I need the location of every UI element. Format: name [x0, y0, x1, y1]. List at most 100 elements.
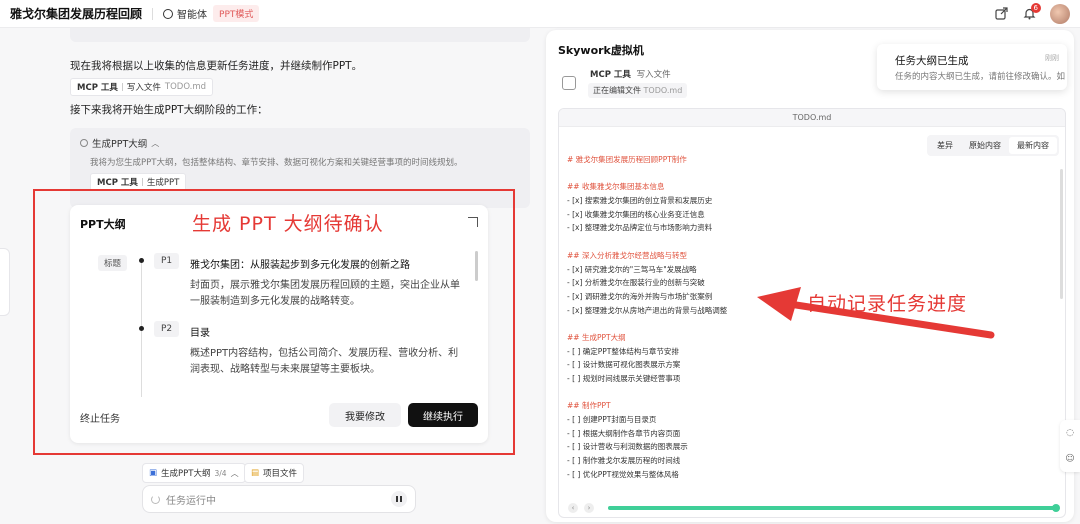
app-title: 雅戈尔集团发展历程回顾 — [10, 7, 143, 21]
previous-message-fade — [70, 28, 530, 42]
vm-tool-action: 写入文件 — [636, 70, 671, 80]
vm-title: Skywork虚拟机 — [558, 44, 644, 57]
mode-badge[interactable]: PPT模式 — [213, 5, 260, 22]
stop-task-button[interactable]: 终止任务 — [80, 410, 120, 425]
left-collapse-handle[interactable] — [0, 248, 10, 316]
agent-label: 智能体 — [177, 10, 208, 21]
chat-input[interactable]: 任务运行中 — [142, 485, 416, 513]
tool-name: MCP 工具 — [97, 178, 138, 188]
avatar[interactable] — [1050, 3, 1070, 24]
files-chip-label: 项目文件 — [263, 469, 298, 479]
assistant-icon[interactable]: ☺ — [1065, 454, 1074, 464]
agent-icon — [163, 8, 174, 19]
next-icon[interactable]: › — [584, 503, 594, 513]
page-description: 封面页，展示雅戈尔集团发展历程回顾的主题，突出企业从单一服装制造到多元化发展的战… — [190, 280, 460, 307]
scrollbar[interactable] — [475, 251, 478, 281]
tab-latest[interactable]: 最新内容 — [1009, 137, 1057, 154]
playback-bar: ‹ › — [558, 498, 1066, 518]
tool-action: 生成PPT — [146, 178, 180, 188]
markdown-task-line: - [ ] 设计数据可视化图表展示方案 — [567, 360, 681, 370]
annotation-arrow — [757, 287, 995, 339]
markdown-task-line: - [x] 搜索雅戈尔集团的创立背景和发展历史 — [567, 196, 713, 206]
terminal-icon — [562, 76, 576, 90]
file-viewer: TODO.md 差异 原始内容 最新内容 # 雅戈尔集团发展历程回顾PPT制作 #… — [558, 108, 1066, 518]
assistant-message: 接下来我将开始生成PPT大纲阶段的工作： — [70, 104, 268, 116]
markdown-heading: ## 深入分析雅戈尔经营战略与转型 — [567, 250, 687, 260]
annotation-label: 生成 PPT 大纲待确认 — [192, 213, 384, 235]
continue-button[interactable]: 继续执行 — [408, 403, 478, 427]
tool-action: 写入文件 — [126, 83, 161, 93]
markdown-task-line: - [ ] 优化PPT视觉效果与整体风格 — [567, 469, 679, 479]
progress-knob[interactable] — [1052, 504, 1060, 512]
outline-icon: ▣ — [149, 468, 158, 478]
editing-file: TODO.md — [643, 86, 683, 95]
vm-tool-name: MCP 工具 — [590, 70, 631, 80]
notification-toast[interactable]: 任务大纲已生成 刚刚 任务的内容大纲已生成，请前往修改确认。如 — [877, 44, 1067, 90]
file-name: TODO.md — [559, 109, 1065, 127]
outline-status-chip[interactable]: ▣ 生成PPT大纲 3/4 ︿ — [142, 463, 246, 483]
tab-diff[interactable]: 差异 — [929, 137, 961, 154]
check-circle-icon — [80, 139, 88, 147]
pause-button[interactable] — [391, 491, 407, 507]
ppt-outline-card: PPT大纲 生成 PPT 大纲待确认 标题 P1 雅戈尔集团：从服装起步到多元化… — [70, 205, 488, 443]
header-actions: 6 — [994, 2, 1070, 24]
step-header[interactable]: 生成PPT大纲 ︿ — [80, 136, 159, 150]
markdown-blank-line — [567, 167, 1047, 181]
page-title: 雅戈尔集团：从服装起步到多元化发展的创新之路 — [190, 260, 410, 271]
page-title: 目录 — [190, 328, 210, 339]
step-description: 我将为您生成PPT大纲，包括整体结构、章节安排、数据可视化方案和关键经营事项的时… — [90, 158, 463, 168]
markdown-blank-line — [567, 235, 1047, 249]
markdown-task-line: - [ ] 创建PPT封面与目录页 — [567, 415, 657, 425]
header-divider — [152, 7, 154, 20]
help-icon[interactable]: ◌ — [1066, 428, 1074, 438]
side-float-toolbar: ◌ ☺ — [1060, 420, 1080, 472]
bell-icon[interactable]: 6 — [1022, 2, 1041, 21]
tool-name: MCP 工具 — [77, 83, 118, 93]
progress-fill — [608, 506, 1056, 510]
page-number: P2 — [154, 321, 180, 337]
scrollbar[interactable] — [1060, 169, 1063, 299]
assistant-message: 现在我将根据以上收集的信息更新任务进度，并继续制作PPT。 — [70, 60, 363, 72]
outline-progress: 3/4 — [214, 468, 227, 478]
vm-tool-info: MCP 工具 写入文件 — [590, 68, 671, 80]
tool-call-chip[interactable]: MCP 工具 写入文件 TODO.md — [70, 78, 214, 96]
chip-divider — [141, 178, 143, 186]
markdown-task-line: - [x] 研究雅戈尔的"三驾马车"发展战略 — [567, 264, 697, 274]
outline-chip-label: 生成PPT大纲 — [161, 469, 211, 479]
markdown-heading: ## 制作PPT — [567, 401, 611, 411]
step-title: 生成PPT大纲 — [92, 139, 148, 150]
spinner-icon — [151, 494, 160, 504]
timeline-dot — [139, 258, 144, 263]
toast-body: 任务的内容大纲已生成，请前往修改确认。如 — [895, 72, 1066, 82]
expand-icon[interactable] — [468, 217, 478, 227]
markdown-task-line: - [ ] 规划时间线展示关键经营事项 — [567, 374, 681, 383]
markdown-task-line: - [ ] 根据大纲制作各章节内容页面 — [567, 428, 681, 438]
markdown-task-line: - [x] 收集雅戈尔集团的核心业务变迁信息 — [567, 209, 705, 219]
prev-icon[interactable]: ‹ — [568, 503, 578, 513]
edit-button[interactable]: 我要修改 — [329, 403, 401, 427]
top-header: 雅戈尔集团发展历程回顾 智能体 PPT模式 6 — [0, 0, 1080, 28]
section-tag: 标题 — [98, 255, 128, 271]
chip-divider — [121, 83, 123, 91]
chevron-up-icon: ︿ — [230, 468, 239, 478]
folder-icon: ▤ — [251, 468, 260, 478]
timeline-dot — [139, 326, 144, 331]
editing-status: 正在编辑文件 TODO.md — [588, 83, 688, 98]
chevron-up-icon: ︿ — [151, 138, 160, 148]
card-title: PPT大纲 — [80, 218, 126, 231]
markdown-heading: ## 收集雅戈尔集团基本信息 — [567, 182, 665, 192]
toast-time: 刚刚 — [1045, 54, 1059, 62]
tool-file: TODO.md — [164, 82, 207, 92]
page-description: 概述PPT内容结构，包括公司简介、发展历程、营收分析、利润表现、战略转型与未来展… — [190, 348, 459, 375]
input-status: 任务运行中 — [166, 495, 216, 507]
project-files-chip[interactable]: ▤ 项目文件 — [244, 463, 305, 483]
page-number: P1 — [154, 253, 180, 269]
agent-selector[interactable]: 智能体 — [163, 6, 207, 21]
markdown-blank-line — [567, 386, 1047, 400]
markdown-task-line: - [ ] 制作雅戈尔发展历程的时间线 — [567, 456, 681, 466]
share-icon[interactable] — [994, 7, 1008, 21]
progress-track[interactable] — [608, 504, 1060, 512]
editing-label: 正在编辑文件 — [593, 86, 641, 95]
virtual-machine-panel: Skywork虚拟机 MCP 工具 写入文件 正在编辑文件 TODO.md TO… — [546, 30, 1074, 522]
tab-original[interactable]: 原始内容 — [961, 137, 1009, 154]
